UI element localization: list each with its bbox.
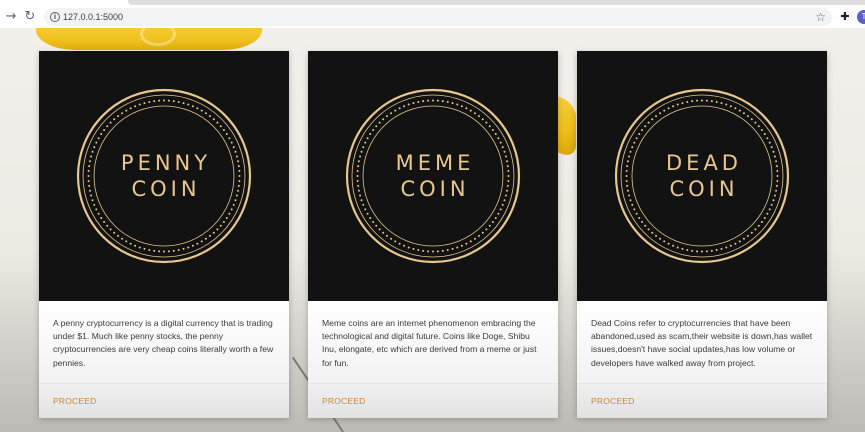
star-icon[interactable]: ☆	[815, 9, 826, 25]
coin-emblem: PENNY COIN	[76, 88, 252, 264]
address-bar[interactable]: i 127.0.0.1:5000 ☆	[44, 8, 832, 26]
card-actions: PROCEED	[308, 383, 558, 418]
coin-card-penny: PENNY COIN A penny cryptocurrency is a di…	[39, 51, 289, 418]
proceed-button[interactable]: PROCEED	[322, 396, 365, 407]
info-icon[interactable]: i	[50, 12, 60, 22]
card-actions: PROCEED	[39, 383, 289, 418]
coin-emblem: DEAD COIN	[614, 88, 790, 264]
reload-icon[interactable]: ↻	[22, 9, 38, 25]
card-body: A penny cryptocurrency is a digital curr…	[39, 301, 289, 383]
card-body: Meme coins are an internet phenomenon em…	[308, 301, 558, 383]
browser-tab[interactable]	[128, 0, 865, 5]
card-image: MEME COIN	[308, 51, 558, 301]
card-image: PENNY COIN	[39, 51, 289, 301]
arrow-right-icon[interactable]: →	[3, 9, 19, 25]
coin-title: PENNY COIN	[76, 88, 252, 264]
coin-title-line: COIN	[669, 177, 739, 201]
card-description: Dead Coins refer to cryptocurrencies tha…	[591, 318, 813, 368]
coin-title: MEME COIN	[345, 88, 521, 264]
card-actions: PROCEED	[577, 383, 827, 418]
proceed-button[interactable]: PROCEED	[53, 396, 96, 407]
browser-toolbar: → ↻ i 127.0.0.1:5000 ☆ ✚ T	[0, 6, 865, 28]
profile-avatar[interactable]: T	[857, 10, 865, 24]
coin-title-line: DEAD	[666, 151, 742, 175]
coin-title-line: MEME	[395, 151, 475, 175]
card-image: DEAD COIN	[577, 51, 827, 301]
coin-emblem: MEME COIN	[345, 88, 521, 264]
coin-card-meme: MEME COIN Meme coins are an internet phen…	[308, 51, 558, 418]
coin-title-line: PENNY	[120, 151, 212, 175]
coin-title-line: COIN	[400, 177, 470, 201]
url-text[interactable]: 127.0.0.1:5000	[63, 10, 123, 24]
coin-title: DEAD COIN	[614, 88, 790, 264]
coin-title-line: COIN	[131, 177, 201, 201]
coin-card-dead: DEAD COIN Dead Coins refer to cryptocurre…	[577, 51, 827, 418]
page-content: PENNY COIN A penny cryptocurrency is a di…	[0, 28, 865, 432]
card-description: Meme coins are an internet phenomenon em…	[322, 318, 537, 368]
puzzle-icon[interactable]: ✚	[838, 10, 852, 24]
card-description: A penny cryptocurrency is a digital curr…	[53, 318, 274, 368]
proceed-button[interactable]: PROCEED	[591, 396, 634, 407]
card-body: Dead Coins refer to cryptocurrencies tha…	[577, 301, 827, 383]
